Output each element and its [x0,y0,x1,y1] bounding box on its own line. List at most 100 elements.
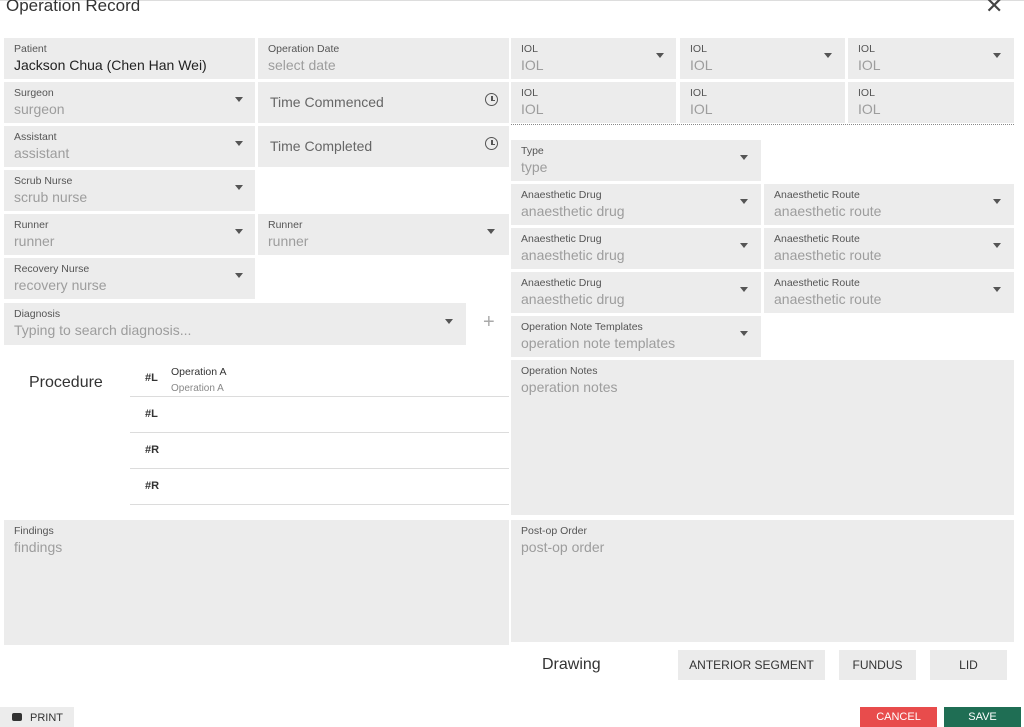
cancel-button[interactable]: CANCEL [860,707,937,727]
runner-placeholder: runner [14,233,55,249]
anaesthetic-route-label: Anaesthetic Route [774,189,860,201]
drawing-label: Drawing [542,656,601,673]
type-placeholder: type [521,159,548,175]
assistant-placeholder: assistant [14,145,70,161]
iol-select-2[interactable]: IOL IOL [680,38,845,79]
recovery-nurse-placeholder: recovery nurse [14,277,107,293]
chevron-down-icon [235,97,243,102]
anterior-segment-button[interactable]: ANTERIOR SEGMENT [678,650,825,680]
time-completed-field[interactable]: Time Completed [258,126,509,167]
iol-placeholder: IOL [690,101,713,117]
iol-field-5[interactable]: IOL IOL [680,82,845,123]
diagnosis-search[interactable]: Diagnosis Typing to search diagnosis... [4,303,466,345]
iol-label: IOL [858,43,875,55]
runner-label: Runner [268,219,303,231]
time-commenced-field[interactable]: Time Commenced [258,82,509,123]
operation-date-label: Operation Date [268,43,340,55]
operation-note-templates-select[interactable]: Operation Note Templates operation note … [511,316,761,357]
clock-icon[interactable] [485,93,498,106]
findings-placeholder: findings [14,539,63,555]
anaesthetic-route-label: Anaesthetic Route [774,277,860,289]
runner-select-2[interactable]: Runner runner [258,214,509,255]
procedure-row[interactable]: #R [130,433,509,469]
chevron-down-icon [445,319,453,324]
fundus-button[interactable]: FUNDUS [839,650,916,680]
anaesthetic-route-select[interactable]: Anaesthetic Route anaesthetic route [764,272,1014,313]
anaesthetic-route-select[interactable]: Anaesthetic Route anaesthetic route [764,228,1014,269]
close-icon[interactable]: ✕ [985,0,1003,17]
anaesthetic-drug-placeholder: anaesthetic drug [521,247,625,263]
chevron-down-icon [235,273,243,278]
iol-placeholder: IOL [858,101,881,117]
procedure-row[interactable]: #L [130,397,509,433]
postop-order-label: Post-op Order [521,525,587,537]
dialog-title: Operation Record [6,0,141,15]
chevron-down-icon [740,243,748,248]
chevron-down-icon [824,53,832,58]
chevron-down-icon [656,53,664,58]
chevron-down-icon [993,199,1001,204]
procedure-label: Procedure [29,374,103,391]
top-border [0,0,1024,1]
add-diagnosis-icon[interactable]: + [483,312,495,332]
runner-label: Runner [14,219,49,231]
iol-label: IOL [521,43,538,55]
chevron-down-icon [740,287,748,292]
print-label: PRINT [30,712,63,724]
anaesthetic-drug-select[interactable]: Anaesthetic Drug anaesthetic drug [511,228,761,269]
chevron-down-icon [740,155,748,160]
iol-field-4[interactable]: IOL IOL [511,82,676,123]
templates-label: Operation Note Templates [521,321,643,333]
divider [511,124,1014,125]
iol-placeholder: IOL [858,57,881,73]
patient-label: Patient [14,43,47,55]
procedure-name: Operation A [171,366,227,378]
recovery-nurse-label: Recovery Nurse [14,263,90,275]
save-button[interactable]: SAVE [944,707,1021,727]
scrub-nurse-label: Scrub Nurse [14,175,73,187]
anaesthetic-route-label: Anaesthetic Route [774,233,860,245]
anaesthetic-drug-label: Anaesthetic Drug [521,233,602,245]
assistant-select[interactable]: Assistant assistant [4,126,255,167]
templates-placeholder: operation note templates [521,335,676,351]
findings-label: Findings [14,525,54,537]
print-button[interactable]: PRINT [0,707,74,727]
postop-order-textarea[interactable]: Post-op Order post-op order [511,520,1014,642]
anaesthetic-route-placeholder: anaesthetic route [774,247,882,263]
scrub-nurse-select[interactable]: Scrub Nurse scrub nurse [4,170,255,211]
chevron-down-icon [993,53,1001,58]
surgeon-label: Surgeon [14,87,54,99]
procedure-eye-tag: #L [145,372,158,384]
operation-date-field[interactable]: Operation Date select date [258,38,509,79]
operation-notes-label: Operation Notes [521,365,598,377]
lid-button[interactable]: LID [930,650,1007,680]
assistant-label: Assistant [14,131,57,143]
anaesthetic-drug-select[interactable]: Anaesthetic Drug anaesthetic drug [511,184,761,225]
runner-select-1[interactable]: Runner runner [4,214,255,255]
procedure-row[interactable]: #L Operation A Operation A [130,361,509,397]
time-commenced-placeholder: Time Commenced [270,94,384,110]
iol-field-6[interactable]: IOL IOL [848,82,1014,123]
iol-select-1[interactable]: IOL IOL [511,38,676,79]
anaesthetic-drug-label: Anaesthetic Drug [521,277,602,289]
anaesthetic-route-placeholder: anaesthetic route [774,291,882,307]
procedure-eye-tag: #R [145,480,160,492]
clock-icon[interactable] [485,137,498,150]
chevron-down-icon [235,229,243,234]
type-select[interactable]: Type type [511,140,761,181]
operation-notes-textarea[interactable]: Operation Notes operation notes [511,360,1014,515]
anaesthetic-drug-placeholder: anaesthetic drug [521,291,625,307]
procedure-row[interactable]: #R [130,469,509,505]
runner-placeholder: runner [268,233,309,249]
operation-date-placeholder: select date [268,57,336,73]
findings-textarea[interactable]: Findings findings [4,520,509,645]
recovery-nurse-select[interactable]: Recovery Nurse recovery nurse [4,258,255,299]
anaesthetic-route-select[interactable]: Anaesthetic Route anaesthetic route [764,184,1014,225]
iol-select-3[interactable]: IOL IOL [848,38,1014,79]
patient-field[interactable]: Patient Jackson Chua (Chen Han Wei) [4,38,255,79]
iol-label: IOL [690,43,707,55]
anaesthetic-drug-select[interactable]: Anaesthetic Drug anaesthetic drug [511,272,761,313]
chevron-down-icon [740,331,748,336]
printer-icon [12,713,22,721]
surgeon-select[interactable]: Surgeon surgeon [4,82,255,123]
